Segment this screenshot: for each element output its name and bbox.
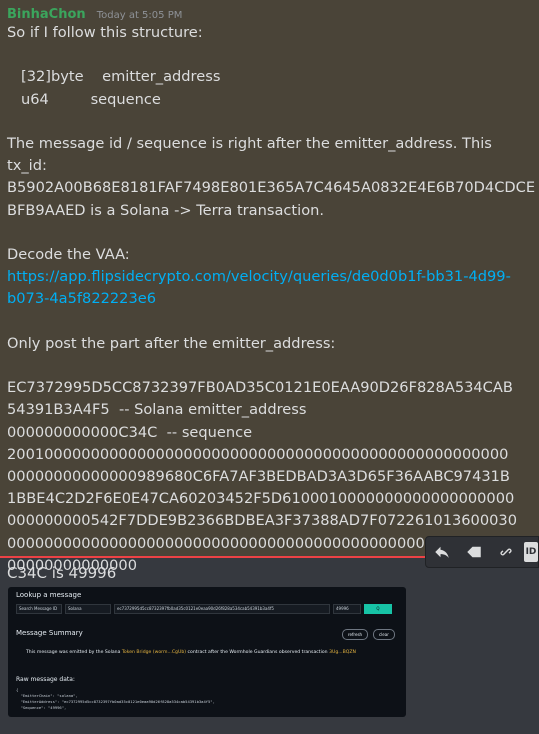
message-timestamp[interactable]: Today at 5:05 PM: [97, 10, 183, 21]
summary-text-a: This message was emitted by the Solana: [26, 650, 122, 655]
message-body: So if I follow this structure: [32]byte …: [7, 22, 536, 577]
message-line: u64 sequence: [21, 90, 161, 108]
refresh-button[interactable]: refresh: [342, 629, 369, 640]
author-name[interactable]: BinhaChon: [7, 7, 86, 22]
lookup-title: Lookup a message: [16, 591, 82, 599]
message-line: The message id / sequence is right after…: [7, 134, 536, 219]
message-line: 000000000000C34C -- sequence: [7, 423, 253, 441]
vaa-link[interactable]: https://app.flipsidecrypto.com/velocity/…: [7, 266, 517, 310]
tag-icon[interactable]: [458, 537, 490, 567]
message-header: BinhaChon Today at 5:05 PM: [7, 3, 183, 22]
link-icon[interactable]: [490, 537, 522, 567]
transaction-link[interactable]: 3Ug...BQZN: [329, 650, 356, 655]
summary-title: Message Summary: [16, 629, 83, 637]
message-highlighted: BinhaChon Today at 5:05 PM So if I follo…: [0, 0, 539, 574]
message-line: EC7372995D5CC8732397FB0AD35C0121E0EAA90D…: [7, 379, 513, 419]
message-actions-toolbar: ID: [425, 536, 539, 568]
embedded-screenshot[interactable]: Lookup a message Search Message ID Solan…: [8, 587, 406, 717]
message-line: So if I follow this structure:: [7, 24, 203, 41]
chain-select[interactable]: Solana: [65, 604, 111, 614]
reply-icon[interactable]: [426, 537, 458, 567]
message-line: Only post the part after the emitter_add…: [7, 334, 336, 352]
message-line: [32]byte emitter_address: [21, 68, 221, 86]
message-text: C34C is 49996: [7, 564, 117, 582]
emitter-input[interactable]: ec7372995d5cc8732397fb0ad35c0121e0eaa90d…: [114, 604, 330, 614]
token-bridge-link[interactable]: Token Bridge (worm...CgUb): [122, 650, 186, 655]
search-input[interactable]: Search Message ID: [16, 604, 62, 614]
more-icon[interactable]: ID: [524, 542, 538, 562]
raw-data-title: Raw message data:: [16, 676, 75, 683]
sequence-input[interactable]: 49996: [333, 604, 361, 614]
lookup-form: Search Message ID Solana ec7372995d5cc87…: [16, 604, 392, 614]
summary-text-b: contract after the Wormhole Guardians ob…: [186, 650, 330, 655]
message-line: Decode the VAA:: [7, 245, 130, 263]
raw-data-code: { "EmitterChain": "solana", "EmitterAddr…: [16, 687, 215, 710]
clear-button[interactable]: clear: [373, 629, 395, 640]
search-button[interactable]: Q: [364, 604, 392, 614]
summary-text: This message was emitted by the Solana T…: [26, 650, 396, 655]
